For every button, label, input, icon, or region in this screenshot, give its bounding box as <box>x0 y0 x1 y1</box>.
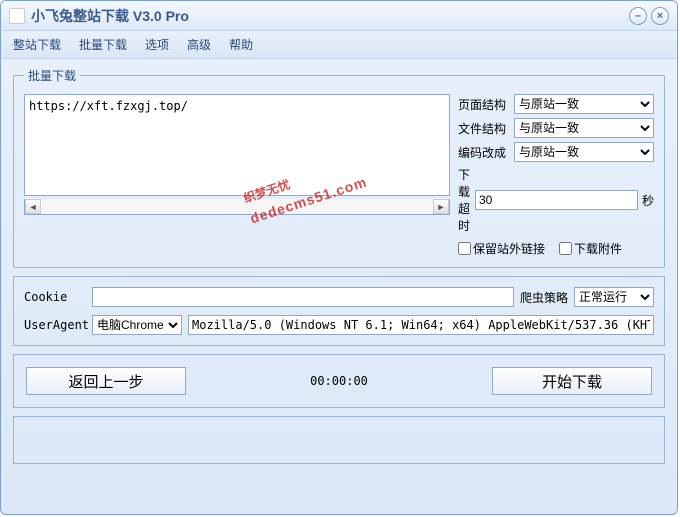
menu-advanced[interactable]: 高级 <box>187 36 211 53</box>
scroll-left-icon[interactable]: ◄ <box>25 199 41 214</box>
batch-group: 批量下载 https://xft.fzxgj.top/ ◄ ► 页面结构 与原站… <box>13 67 665 268</box>
log-group <box>13 416 665 464</box>
file-struct-label: 文件结构 <box>458 120 510 137</box>
menu-options[interactable]: 选项 <box>145 36 169 53</box>
menu-help[interactable]: 帮助 <box>229 36 253 53</box>
back-button[interactable]: 返回上一步 <box>26 367 186 395</box>
menu-batch-download[interactable]: 批量下载 <box>79 36 127 53</box>
menu-site-download[interactable]: 整站下载 <box>13 36 61 53</box>
app-window: 小飞兔整站下载 V3.0 Pro – × 整站下载 批量下载 选项 高级 帮助 … <box>0 0 678 515</box>
cookie-label: Cookie <box>24 290 86 304</box>
start-download-button[interactable]: 开始下载 <box>492 367 652 395</box>
client-area: 批量下载 https://xft.fzxgj.top/ ◄ ► 页面结构 与原站… <box>1 59 677 472</box>
http-group: Cookie 爬虫策略 正常运行 UserAgent 电脑Chrome <box>13 276 665 346</box>
timer-display: 00:00:00 <box>194 374 484 388</box>
crawl-policy-label: 爬虫策略 <box>520 289 568 306</box>
keep-ext-links-checkbox[interactable]: 保留站外链接 <box>458 240 545 257</box>
cookie-input[interactable] <box>92 287 514 307</box>
action-group: 返回上一步 00:00:00 开始下载 <box>13 354 665 408</box>
scroll-track[interactable] <box>41 199 433 214</box>
crawl-policy-select[interactable]: 正常运行 <box>574 287 654 307</box>
timeout-input[interactable] <box>475 190 638 210</box>
batch-group-title: 批量下载 <box>24 67 80 84</box>
url-box: https://xft.fzxgj.top/ ◄ ► <box>24 94 450 257</box>
window-buttons: – × <box>629 7 669 25</box>
titlebar: 小飞兔整站下载 V3.0 Pro – × <box>1 1 677 31</box>
useragent-preset-select[interactable]: 电脑Chrome <box>92 315 182 335</box>
menubar: 整站下载 批量下载 选项 高级 帮助 <box>1 31 677 59</box>
app-icon <box>9 8 25 24</box>
horizontal-scrollbar[interactable]: ◄ ► <box>24 199 450 215</box>
page-struct-select[interactable]: 与原站一致 <box>514 94 654 114</box>
encoding-label: 编码改成 <box>458 144 510 161</box>
useragent-input[interactable] <box>188 315 654 335</box>
page-struct-label: 页面结构 <box>458 96 510 113</box>
useragent-label: UserAgent <box>24 318 86 332</box>
download-attach-checkbox[interactable]: 下载附件 <box>559 240 622 257</box>
encoding-select[interactable]: 与原站一致 <box>514 142 654 162</box>
file-struct-select[interactable]: 与原站一致 <box>514 118 654 138</box>
options-column: 页面结构 与原站一致 文件结构 与原站一致 编码改成 与原站一致 下载超时 <box>458 94 654 257</box>
scroll-right-icon[interactable]: ► <box>433 199 449 214</box>
url-textarea[interactable]: https://xft.fzxgj.top/ <box>24 94 450 196</box>
minimize-button[interactable]: – <box>629 7 647 25</box>
timeout-unit: 秒 <box>642 192 654 209</box>
window-title: 小飞兔整站下载 V3.0 Pro <box>31 6 189 26</box>
timeout-label: 下载超时 <box>458 166 471 234</box>
close-button[interactable]: × <box>651 7 669 25</box>
